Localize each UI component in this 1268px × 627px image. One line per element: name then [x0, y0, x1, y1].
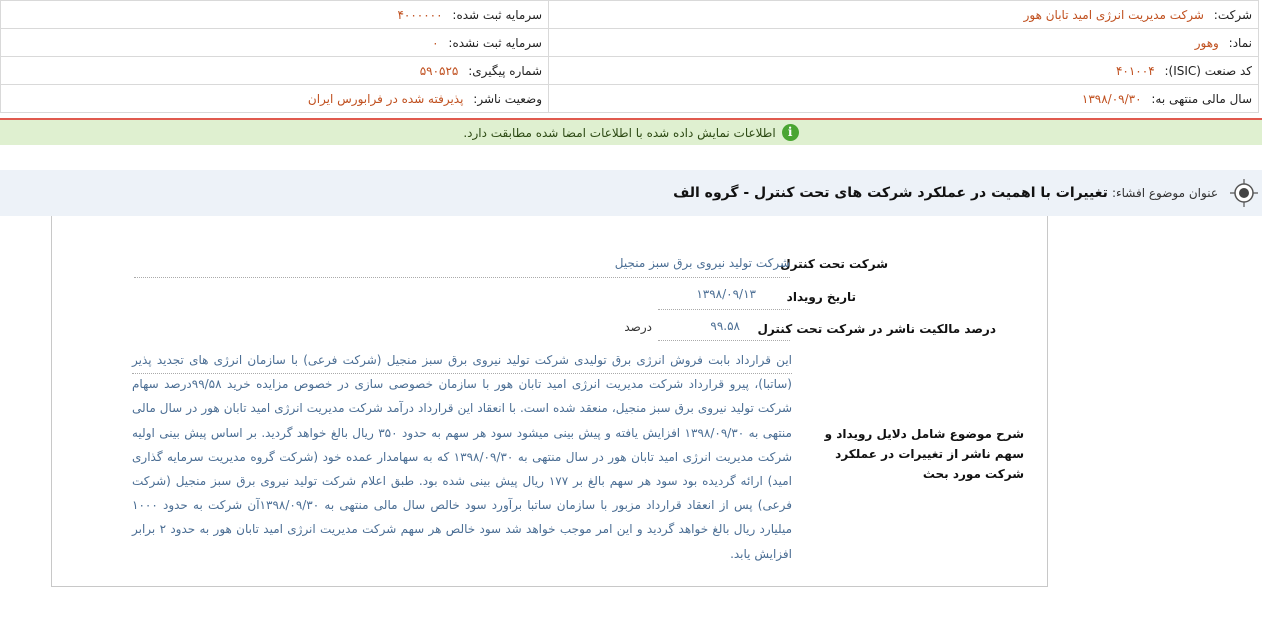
verification-notice: i اطلاعات نمایش داده شده با اطلاعات امضا…	[0, 120, 1262, 145]
company-cell: شرکت: شرکت مدیریت انرژی امید تابان هور	[548, 0, 1259, 29]
symbol-label: نماد:	[1228, 35, 1252, 50]
event-date-label: تاریخ رویداد	[786, 290, 856, 304]
symbol-value: وهور	[1194, 35, 1219, 50]
publisher-status-cell: وضعیت ناشر: پذیرفته شده در فرابورس ایران	[0, 84, 549, 113]
info-icon: i	[781, 124, 799, 141]
isic-cell: کد صنعت (ISIC): ۴۰۱۰۰۴	[548, 56, 1259, 85]
ownership-label: درصد مالکیت ناشر در شرکت تحت کنترل	[757, 322, 996, 336]
tracking-label: شماره پیگیری:	[468, 63, 542, 78]
description-text: این قرارداد بابت فروش انرژی برق تولیدی ش…	[132, 353, 793, 561]
registered-capital-value: ۴۰۰۰۰۰۰	[397, 7, 443, 22]
info-row: سال مالی منتهی به: ۱۳۹۸/۰۹/۳۰ وضعیت ناشر…	[0, 84, 1259, 113]
info-row: نماد: وهور سرمایه ثبت نشده: ۰	[0, 28, 1259, 57]
row-divider	[658, 340, 790, 341]
isic-value: ۴۰۱۰۰۴	[1115, 63, 1155, 78]
target-icon	[1230, 179, 1258, 207]
publisher-status-label: وضعیت ناشر:	[473, 91, 542, 106]
symbol-cell: نماد: وهور	[548, 28, 1259, 57]
row-divider	[134, 277, 790, 278]
ownership-unit: درصد	[624, 320, 652, 334]
row-divider	[658, 309, 790, 310]
registered-capital-label: سرمایه ثبت شده:	[452, 7, 542, 22]
subject-title: تغییرات با اهمیت در عملکرد شرکت های تحت …	[673, 185, 1108, 201]
unregistered-capital-cell: سرمایه ثبت نشده: ۰	[0, 28, 549, 57]
fiscal-year-value: ۱۳۹۸/۰۹/۳۰	[1081, 91, 1142, 106]
subsidiary-value: شرکت تولید نیروی برق سبز منجیل	[614, 256, 790, 270]
publisher-status-value: پذیرفته شده در فرابورس ایران	[307, 91, 464, 106]
tracking-cell: شماره پیگیری: ۵۹۰۵۲۵	[0, 56, 549, 85]
company-label: شرکت:	[1213, 7, 1252, 22]
notice-text: اطلاعات نمایش داده شده با اطلاعات امضا ش…	[463, 125, 776, 140]
isic-label: کد صنعت (ISIC):	[1164, 63, 1252, 78]
subject-prefix: عنوان موضوع افشاء:	[1111, 186, 1218, 200]
registered-capital-cell: سرمایه ثبت شده: ۴۰۰۰۰۰۰	[0, 0, 549, 29]
company-info-table: شرکت: شرکت مدیریت انرژی امید تابان هور س…	[0, 0, 1259, 113]
info-row: کد صنعت (ISIC): ۴۰۱۰۰۴ شماره پیگیری: ۵۹۰…	[0, 56, 1259, 85]
fiscal-year-cell: سال مالی منتهی به: ۱۳۹۸/۰۹/۳۰	[548, 84, 1259, 113]
info-row: شرکت: شرکت مدیریت انرژی امید تابان هور س…	[0, 0, 1259, 29]
event-date-value: ۱۳۹۸/۰۹/۱۳	[696, 287, 756, 301]
fiscal-year-label: سال مالی منتهی به:	[1151, 91, 1252, 106]
subject-bar: عنوان موضوع افشاء: تغییرات با اهمیت در ع…	[0, 170, 1262, 216]
description-label: شرح موضوع شامل دلایل رویداد و سهم ناشر ا…	[824, 427, 1024, 481]
unregistered-capital-value: ۰	[432, 35, 439, 50]
subsidiary-label: شرکت تحت کنترل	[780, 257, 888, 271]
unregistered-capital-label: سرمایه ثبت نشده:	[448, 35, 542, 50]
ownership-value: ۹۹.۵۸	[710, 319, 740, 333]
company-value: شرکت مدیریت انرژی امید تابان هور	[1023, 7, 1204, 22]
tracking-value: ۵۹۰۵۲۵	[419, 63, 459, 78]
